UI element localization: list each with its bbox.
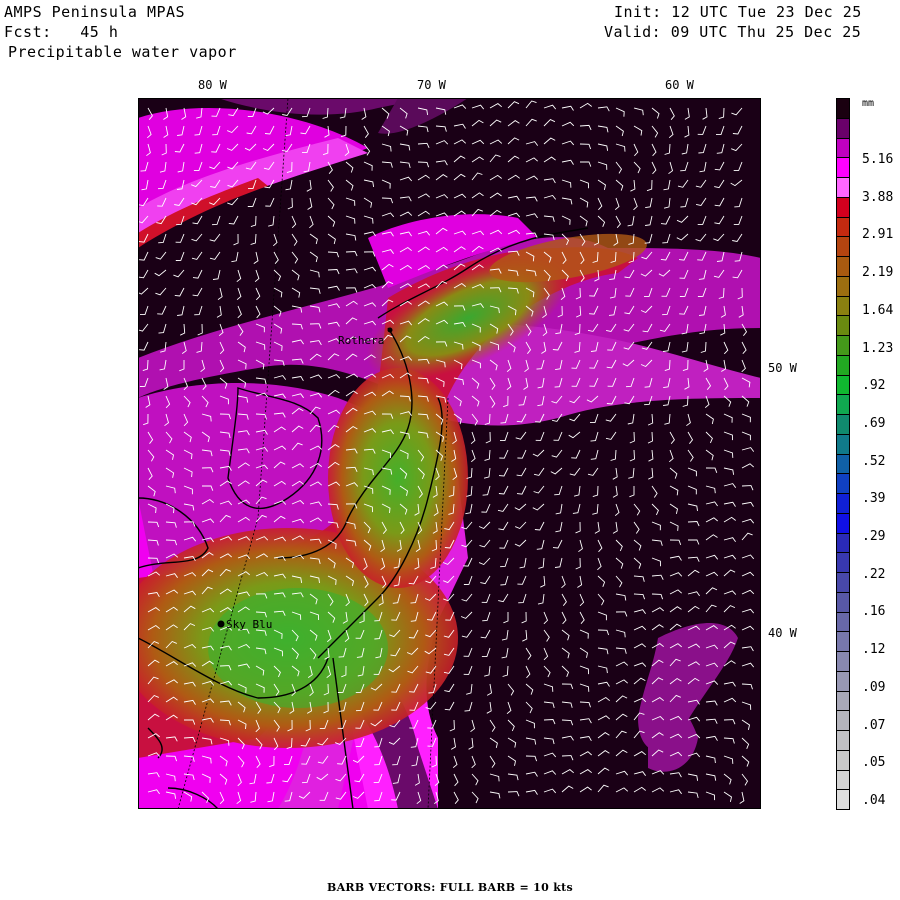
colorbar-tick-label: 5.16 — [862, 152, 894, 167]
colorbar-tick-label: .12 — [862, 642, 886, 658]
colorbar-swatch — [836, 177, 850, 198]
colorbar-tick-label: .09 — [862, 679, 886, 695]
colorbar-tick-label: 1.23 — [862, 340, 894, 356]
colorbar-tick-label: 3.88 — [862, 189, 894, 205]
lat-label-50w: 50 W — [768, 361, 797, 375]
colorbar-tick-label: .52 — [862, 453, 886, 469]
colorbar-swatch — [836, 433, 850, 455]
colorbar-swatch — [836, 789, 850, 810]
colorbar-swatch — [836, 315, 850, 336]
colorbar-tick-label: .29 — [862, 529, 886, 544]
colorbar-tick-label: .69 — [862, 415, 886, 431]
colorbar-swatch — [836, 670, 850, 692]
colorbar-tick-label: .39 — [862, 491, 886, 507]
colorbar-tick-label: .04 — [862, 792, 886, 808]
colorbar-swatch — [836, 611, 850, 633]
colorbar-tick-label: .22 — [862, 566, 886, 582]
colorbar-swatch — [836, 354, 850, 376]
colorbar-swatch — [836, 532, 850, 554]
colorbar-swatch — [836, 552, 850, 573]
lat-label-40w: 40 W — [768, 626, 797, 640]
colorbar-swatch — [836, 512, 850, 534]
colorbar-swatch — [836, 256, 850, 277]
colorbar-swatch — [836, 374, 850, 396]
colorbar-swatch — [836, 769, 850, 791]
colorbar-swatch — [836, 453, 850, 475]
colorbar-swatch — [836, 98, 850, 119]
colorbar-tick-label: .05 — [862, 755, 886, 771]
colorbar-tick-label: mm — [862, 98, 875, 109]
colorbar-swatch — [836, 117, 850, 139]
chart-title: AMPS Peninsula MPAS — [4, 3, 186, 21]
colorbar-swatch — [836, 651, 850, 672]
colorbar-swatch — [836, 414, 850, 435]
colorbar-tick-label: .16 — [862, 604, 886, 620]
colorbar-swatch — [836, 137, 850, 159]
colorbar-swatch — [836, 216, 850, 238]
station-label-sky-blu: Sky Blu — [226, 618, 272, 631]
init-time: Init: 12 UTC Tue 23 Dec 25 — [614, 3, 862, 21]
station-rothera — [387, 327, 393, 333]
colorbar-swatch — [836, 295, 850, 317]
colorbar-tick-label: 2.19 — [862, 265, 894, 281]
colorbar-swatch — [836, 591, 850, 613]
colorbar-tick-label: 1.64 — [862, 302, 894, 318]
colorbar — [836, 98, 852, 810]
forecast-hours: 45 h — [80, 23, 119, 41]
colorbar-swatch — [836, 730, 850, 751]
colorbar-swatch — [836, 710, 850, 731]
map-panel: Rothera Sky Blu — [138, 98, 761, 809]
lon-label-60w: 60 W — [665, 78, 694, 92]
colorbar-swatch — [836, 394, 850, 415]
colorbar-tick-label: .92 — [862, 378, 886, 394]
colorbar-swatch — [836, 473, 850, 494]
colorbar-swatch — [836, 493, 850, 514]
colorbar-tick-label: 2.91 — [862, 227, 894, 243]
colorbar-swatch — [836, 275, 850, 297]
colorbar-swatch — [836, 236, 850, 257]
forecast-hour: Fcst: 45 h — [4, 23, 118, 41]
colorbar-swatch — [836, 572, 850, 593]
forecast-label: Fcst: — [4, 23, 52, 41]
valid-time: Valid: 09 UTC Thu 25 Dec 25 — [604, 23, 862, 41]
colorbar-swatch — [836, 690, 850, 712]
colorbar-swatch — [836, 196, 850, 218]
colorbar-tick-label: .07 — [862, 717, 886, 733]
colorbar-swatch — [836, 749, 850, 771]
station-sky-blu — [217, 620, 225, 628]
barb-legend: BARB VECTORS: FULL BARB = 10 kts — [327, 881, 573, 894]
colorbar-swatch — [836, 335, 850, 356]
lon-label-80w: 80 W — [198, 78, 227, 92]
station-label-rothera: Rothera — [338, 334, 384, 347]
field-name: Precipitable water vapor — [8, 43, 237, 61]
colorbar-swatch — [836, 631, 850, 652]
lon-label-70w: 70 W — [417, 78, 446, 92]
colorbar-swatch — [836, 157, 850, 178]
